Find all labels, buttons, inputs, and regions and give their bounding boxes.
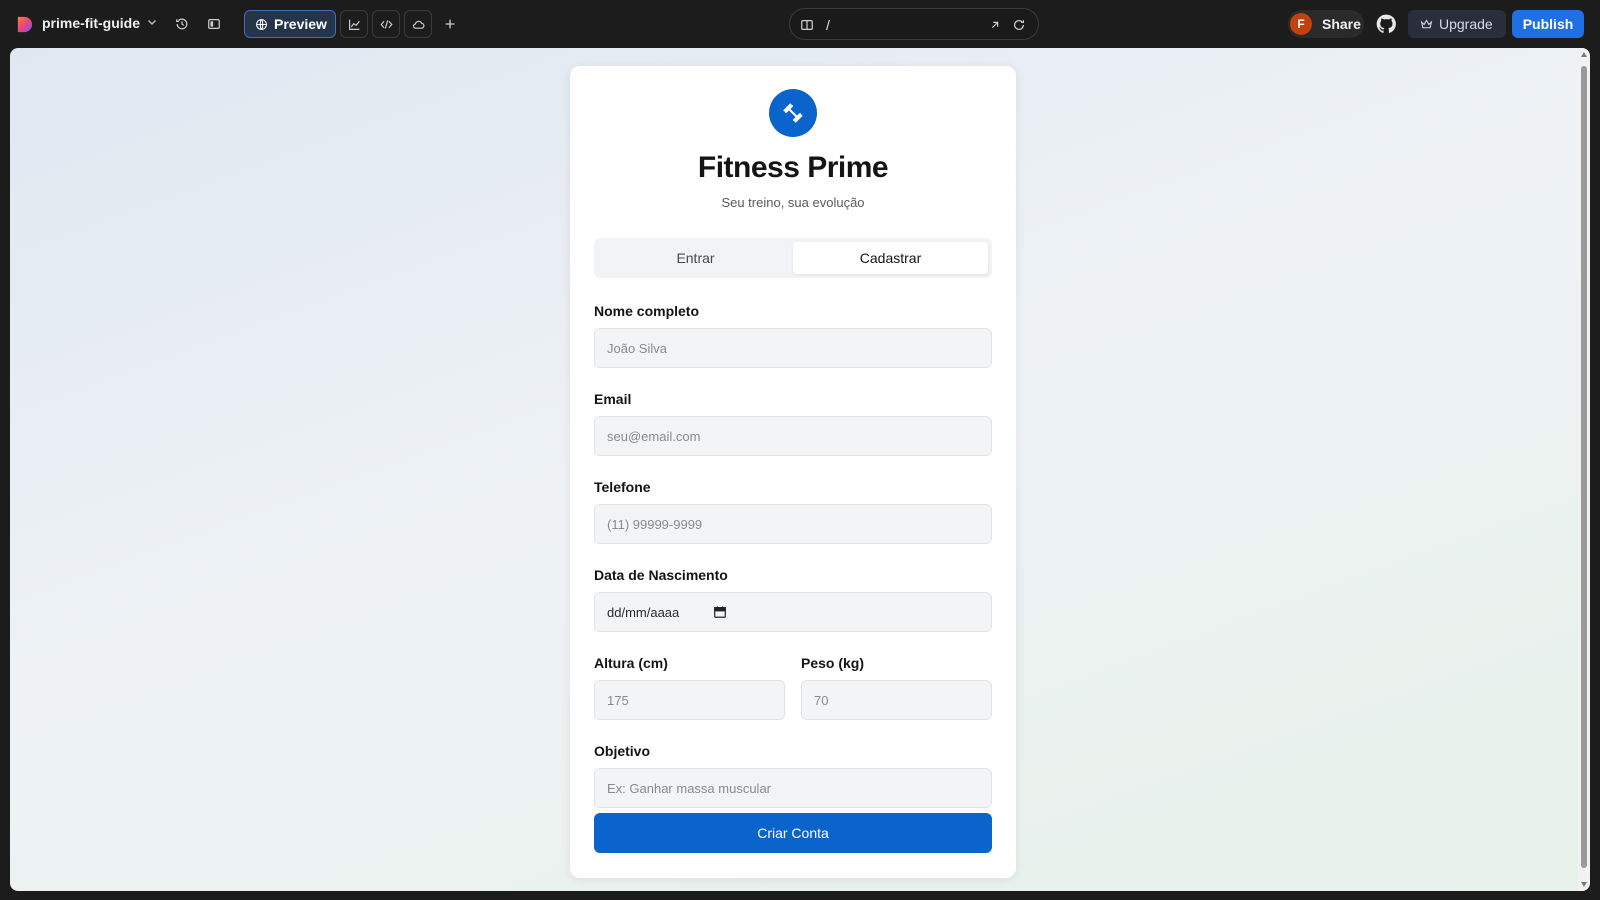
history-icon[interactable] xyxy=(172,14,192,34)
sidebar-toggle-icon[interactable] xyxy=(204,14,224,34)
globe-icon xyxy=(256,18,267,30)
dumbbell-icon xyxy=(769,89,817,137)
height-label: Altura (cm) xyxy=(594,655,668,671)
scroll-up-arrow-icon[interactable] xyxy=(1581,52,1587,57)
auth-tabs: Entrar Cadastrar xyxy=(594,238,992,278)
avatar[interactable]: F xyxy=(1290,13,1312,35)
open-external-icon[interactable] xyxy=(988,18,1002,32)
weight-input[interactable]: 70 xyxy=(801,680,992,720)
goal-input[interactable]: Ex: Ganhar massa muscular xyxy=(594,768,992,808)
url-path[interactable]: / xyxy=(826,17,830,33)
tab-cadastrar[interactable]: Cadastrar xyxy=(793,242,988,274)
birth-date-input[interactable]: dd/mm/aaaa xyxy=(594,592,992,632)
url-bar[interactable]: / xyxy=(789,8,1039,40)
upgrade-label: Upgrade xyxy=(1439,16,1493,32)
phone-label: Telefone xyxy=(594,479,651,495)
app-logo-icon[interactable] xyxy=(15,15,34,34)
height-input[interactable]: 175 xyxy=(594,680,785,720)
goal-label: Objetivo xyxy=(594,743,651,759)
share-label: Share xyxy=(1322,16,1361,32)
github-icon[interactable] xyxy=(1376,14,1396,34)
code-icon xyxy=(379,19,393,29)
page-title: Fitness Prime xyxy=(697,151,889,184)
add-icon[interactable] xyxy=(440,14,460,34)
preview-button[interactable]: Preview xyxy=(244,10,336,38)
analytics-button[interactable] xyxy=(340,10,368,38)
cloud-button[interactable] xyxy=(404,10,432,38)
scroll-thumb[interactable] xyxy=(1581,66,1587,868)
calendar-icon[interactable] xyxy=(713,605,727,619)
full-name-label: Nome completo xyxy=(594,303,700,319)
weight-label: Peso (kg) xyxy=(801,655,865,671)
upgrade-button[interactable]: Upgrade xyxy=(1408,10,1506,38)
scroll-down-arrow-icon[interactable] xyxy=(1581,882,1587,887)
crown-icon xyxy=(1420,18,1433,28)
preview-frame: Fitness Prime Seu treino, sua evolução E… xyxy=(10,48,1590,891)
share-button[interactable]: F Share xyxy=(1288,10,1364,38)
line-chart-icon xyxy=(348,19,360,30)
birth-date-value: dd/mm/aaaa xyxy=(607,604,680,620)
reload-icon[interactable] xyxy=(1012,18,1026,32)
project-name[interactable]: prime-fit-guide xyxy=(42,15,140,31)
scrollbar[interactable] xyxy=(1578,48,1590,891)
birth-date-label: Data de Nascimento xyxy=(594,567,728,583)
cloud-icon xyxy=(412,20,424,29)
phone-input[interactable]: (11) 99999-9999 xyxy=(594,504,992,544)
page-subtitle: Seu treino, sua evolução xyxy=(721,195,865,210)
publish-button[interactable]: Publish xyxy=(1512,10,1584,38)
email-field[interactable]: seu@email.com xyxy=(594,416,992,456)
top-toolbar: prime-fit-guide Preview / F Share Upgrad… xyxy=(0,0,1600,48)
layout-icon[interactable] xyxy=(800,18,814,32)
create-account-button[interactable]: Criar Conta xyxy=(594,813,992,853)
signup-card: Fitness Prime Seu treino, sua evolução E… xyxy=(570,66,1016,878)
preview-label: Preview xyxy=(274,16,327,32)
chevron-down-icon[interactable] xyxy=(146,16,158,28)
full-name-input[interactable]: João Silva xyxy=(594,328,992,368)
email-label: Email xyxy=(594,391,632,407)
tab-entrar[interactable]: Entrar xyxy=(598,242,793,274)
code-button[interactable] xyxy=(372,10,400,38)
